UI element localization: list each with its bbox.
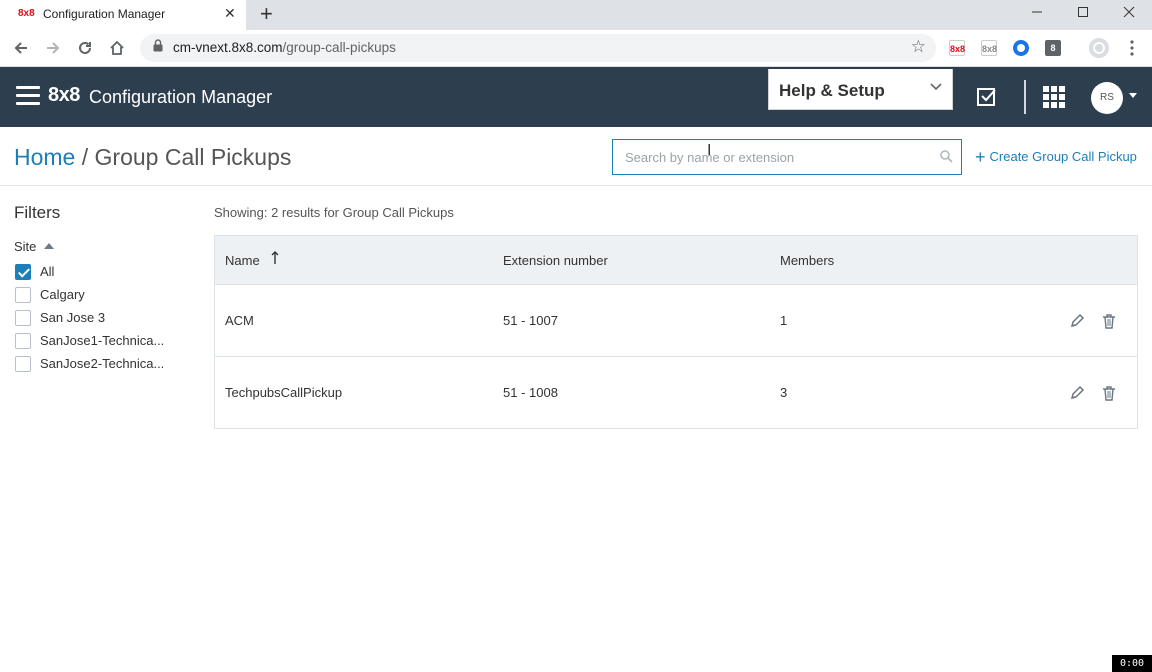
tasks-checkbox-icon[interactable] xyxy=(976,86,998,108)
checkbox[interactable] xyxy=(15,310,31,326)
recording-timer: 0:00 xyxy=(1112,655,1152,672)
results-table: Name Extension number Members ACM 51 - 1… xyxy=(214,235,1138,429)
filter-option-sanjose2[interactable]: SanJose2-Technica... xyxy=(14,355,184,373)
page-header: Home / Group Call Pickups +Create Group … xyxy=(0,127,1152,186)
plus-icon: + xyxy=(975,147,986,167)
edit-pencil-icon[interactable] xyxy=(1069,313,1085,329)
create-group-call-pickup-button[interactable]: + Create Group Call Pickup xyxy=(975,147,1137,168)
filter-option-san-jose-3[interactable]: San Jose 3 xyxy=(14,309,184,327)
cell-name: TechpubsCallPickup xyxy=(225,385,343,400)
minimize-icon xyxy=(1032,11,1042,13)
header-divider xyxy=(1024,80,1026,114)
lock-icon xyxy=(153,39,163,52)
filter-option-label: SanJose2-Technica... xyxy=(40,356,165,371)
app-title: Configuration Manager xyxy=(89,87,273,107)
browser-toolbar: cm-vnext.8x8.com/group-call-pickups ☆ 8x… xyxy=(0,30,1152,67)
url-text: cm-vnext.8x8.com/group-call-pickups xyxy=(173,40,396,55)
reload-icon xyxy=(79,41,91,54)
filter-option-sanjose1[interactable]: SanJose1-Technica... xyxy=(14,332,184,350)
filter-option-all[interactable]: All xyxy=(14,263,184,281)
cell-members: 1 xyxy=(780,313,788,328)
8-extension-icon[interactable]: 8 xyxy=(1045,40,1061,56)
create-label: Create Group Call Pickup xyxy=(989,149,1137,164)
avatar-caret-icon[interactable] xyxy=(1129,93,1137,98)
minimize-button[interactable] xyxy=(1014,0,1060,30)
tab-close-icon[interactable]: ✕ xyxy=(224,5,236,22)
table-row[interactable]: TechpubsCallPickup 51 - 1008 3 xyxy=(215,357,1137,429)
help-setup-select[interactable]: Help & Setup xyxy=(768,69,953,110)
table-row[interactable]: ACM 51 - 1007 1 xyxy=(215,285,1137,357)
url-path: /group-call-pickups xyxy=(282,40,396,55)
site-filter-label[interactable]: Site xyxy=(14,239,36,254)
close-window-button[interactable] xyxy=(1106,0,1152,30)
breadcrumb-separator: / xyxy=(81,144,89,170)
url-host: cm-vnext.8x8.com xyxy=(173,40,283,55)
page-title: Group Call Pickups xyxy=(94,144,292,170)
circle-extension-dot xyxy=(1017,44,1025,52)
delete-trash-icon[interactable] xyxy=(1101,313,1117,329)
8x8-extension-icon[interactable]: 8x8 xyxy=(949,40,965,56)
filter-option-label: All xyxy=(40,264,55,279)
brand-logo: 8x8 xyxy=(48,84,80,106)
column-header-members: Members xyxy=(780,253,835,268)
filter-option-label: SanJose1-Technica... xyxy=(40,333,165,348)
chevron-down-icon xyxy=(930,83,942,91)
checkbox[interactable] xyxy=(15,333,31,349)
breadcrumb: Home / Group Call Pickups xyxy=(14,144,291,171)
back-arrow-icon xyxy=(14,42,27,54)
8x8-extension-gray-icon[interactable]: 8x8 xyxy=(981,40,997,56)
filter-option-label: San Jose 3 xyxy=(40,310,106,325)
search-icon xyxy=(940,150,953,163)
caret-up-icon[interactable] xyxy=(44,243,54,249)
back-button[interactable] xyxy=(9,36,33,60)
tab-favicon-icon: 8x8 xyxy=(18,8,35,19)
checkbox-checked[interactable] xyxy=(15,264,31,280)
user-avatar[interactable]: RS xyxy=(1091,82,1123,114)
profile-icon[interactable] xyxy=(1089,38,1109,58)
text-cursor-icon: I xyxy=(707,142,712,159)
hamburger-menu-icon[interactable] xyxy=(16,86,40,108)
cell-name: ACM xyxy=(225,313,254,328)
close-icon xyxy=(1123,6,1135,18)
browser-tab[interactable]: 8x8 Configuration Manager ✕ xyxy=(0,0,246,30)
home-button[interactable] xyxy=(105,36,129,60)
cell-extension: 51 - 1007 xyxy=(503,313,558,328)
filters-title: Filters xyxy=(14,203,61,222)
edit-pencil-icon[interactable] xyxy=(1069,385,1085,401)
tab-title: Configuration Manager xyxy=(43,7,166,21)
home-icon xyxy=(110,40,124,55)
filter-option-calgary[interactable]: Calgary xyxy=(14,286,184,304)
forward-arrow-icon xyxy=(47,42,60,54)
search-input[interactable] xyxy=(613,140,933,174)
cell-extension: 51 - 1008 xyxy=(503,385,558,400)
maximize-button[interactable] xyxy=(1060,0,1106,30)
profile-ring xyxy=(1093,42,1105,54)
checkbox[interactable] xyxy=(15,287,31,303)
cell-members: 3 xyxy=(780,385,788,400)
maximize-icon xyxy=(1078,7,1088,17)
reload-button[interactable] xyxy=(73,36,97,60)
circle-extension-icon[interactable] xyxy=(1013,40,1029,56)
column-header-name[interactable]: Name xyxy=(225,253,260,268)
breadcrumb-home-link[interactable]: Home xyxy=(14,144,75,170)
sort-ascending-icon[interactable] xyxy=(271,251,279,265)
table-header: Name Extension number Members xyxy=(215,236,1137,285)
browser-tab-strip: 8x8 Configuration Manager ✕ + xyxy=(0,0,1152,30)
checkbox[interactable] xyxy=(15,356,31,372)
apps-grid-icon[interactable] xyxy=(1043,86,1065,108)
kebab-menu-icon xyxy=(1130,40,1134,56)
results-count: Showing: 2 results for Group Call Pickup… xyxy=(214,205,454,220)
new-tab-button[interactable]: + xyxy=(260,2,273,26)
forward-button[interactable] xyxy=(41,36,65,60)
delete-trash-icon[interactable] xyxy=(1101,385,1117,401)
address-bar[interactable]: cm-vnext.8x8.com/group-call-pickups ☆ xyxy=(140,34,936,62)
browser-menu-button[interactable] xyxy=(1120,36,1144,60)
search-box[interactable] xyxy=(612,139,962,175)
bookmark-star-icon[interactable]: ☆ xyxy=(911,37,926,57)
filter-option-label: Calgary xyxy=(40,287,85,302)
help-setup-label: Help & Setup xyxy=(779,81,885,100)
column-header-extension: Extension number xyxy=(503,253,608,268)
